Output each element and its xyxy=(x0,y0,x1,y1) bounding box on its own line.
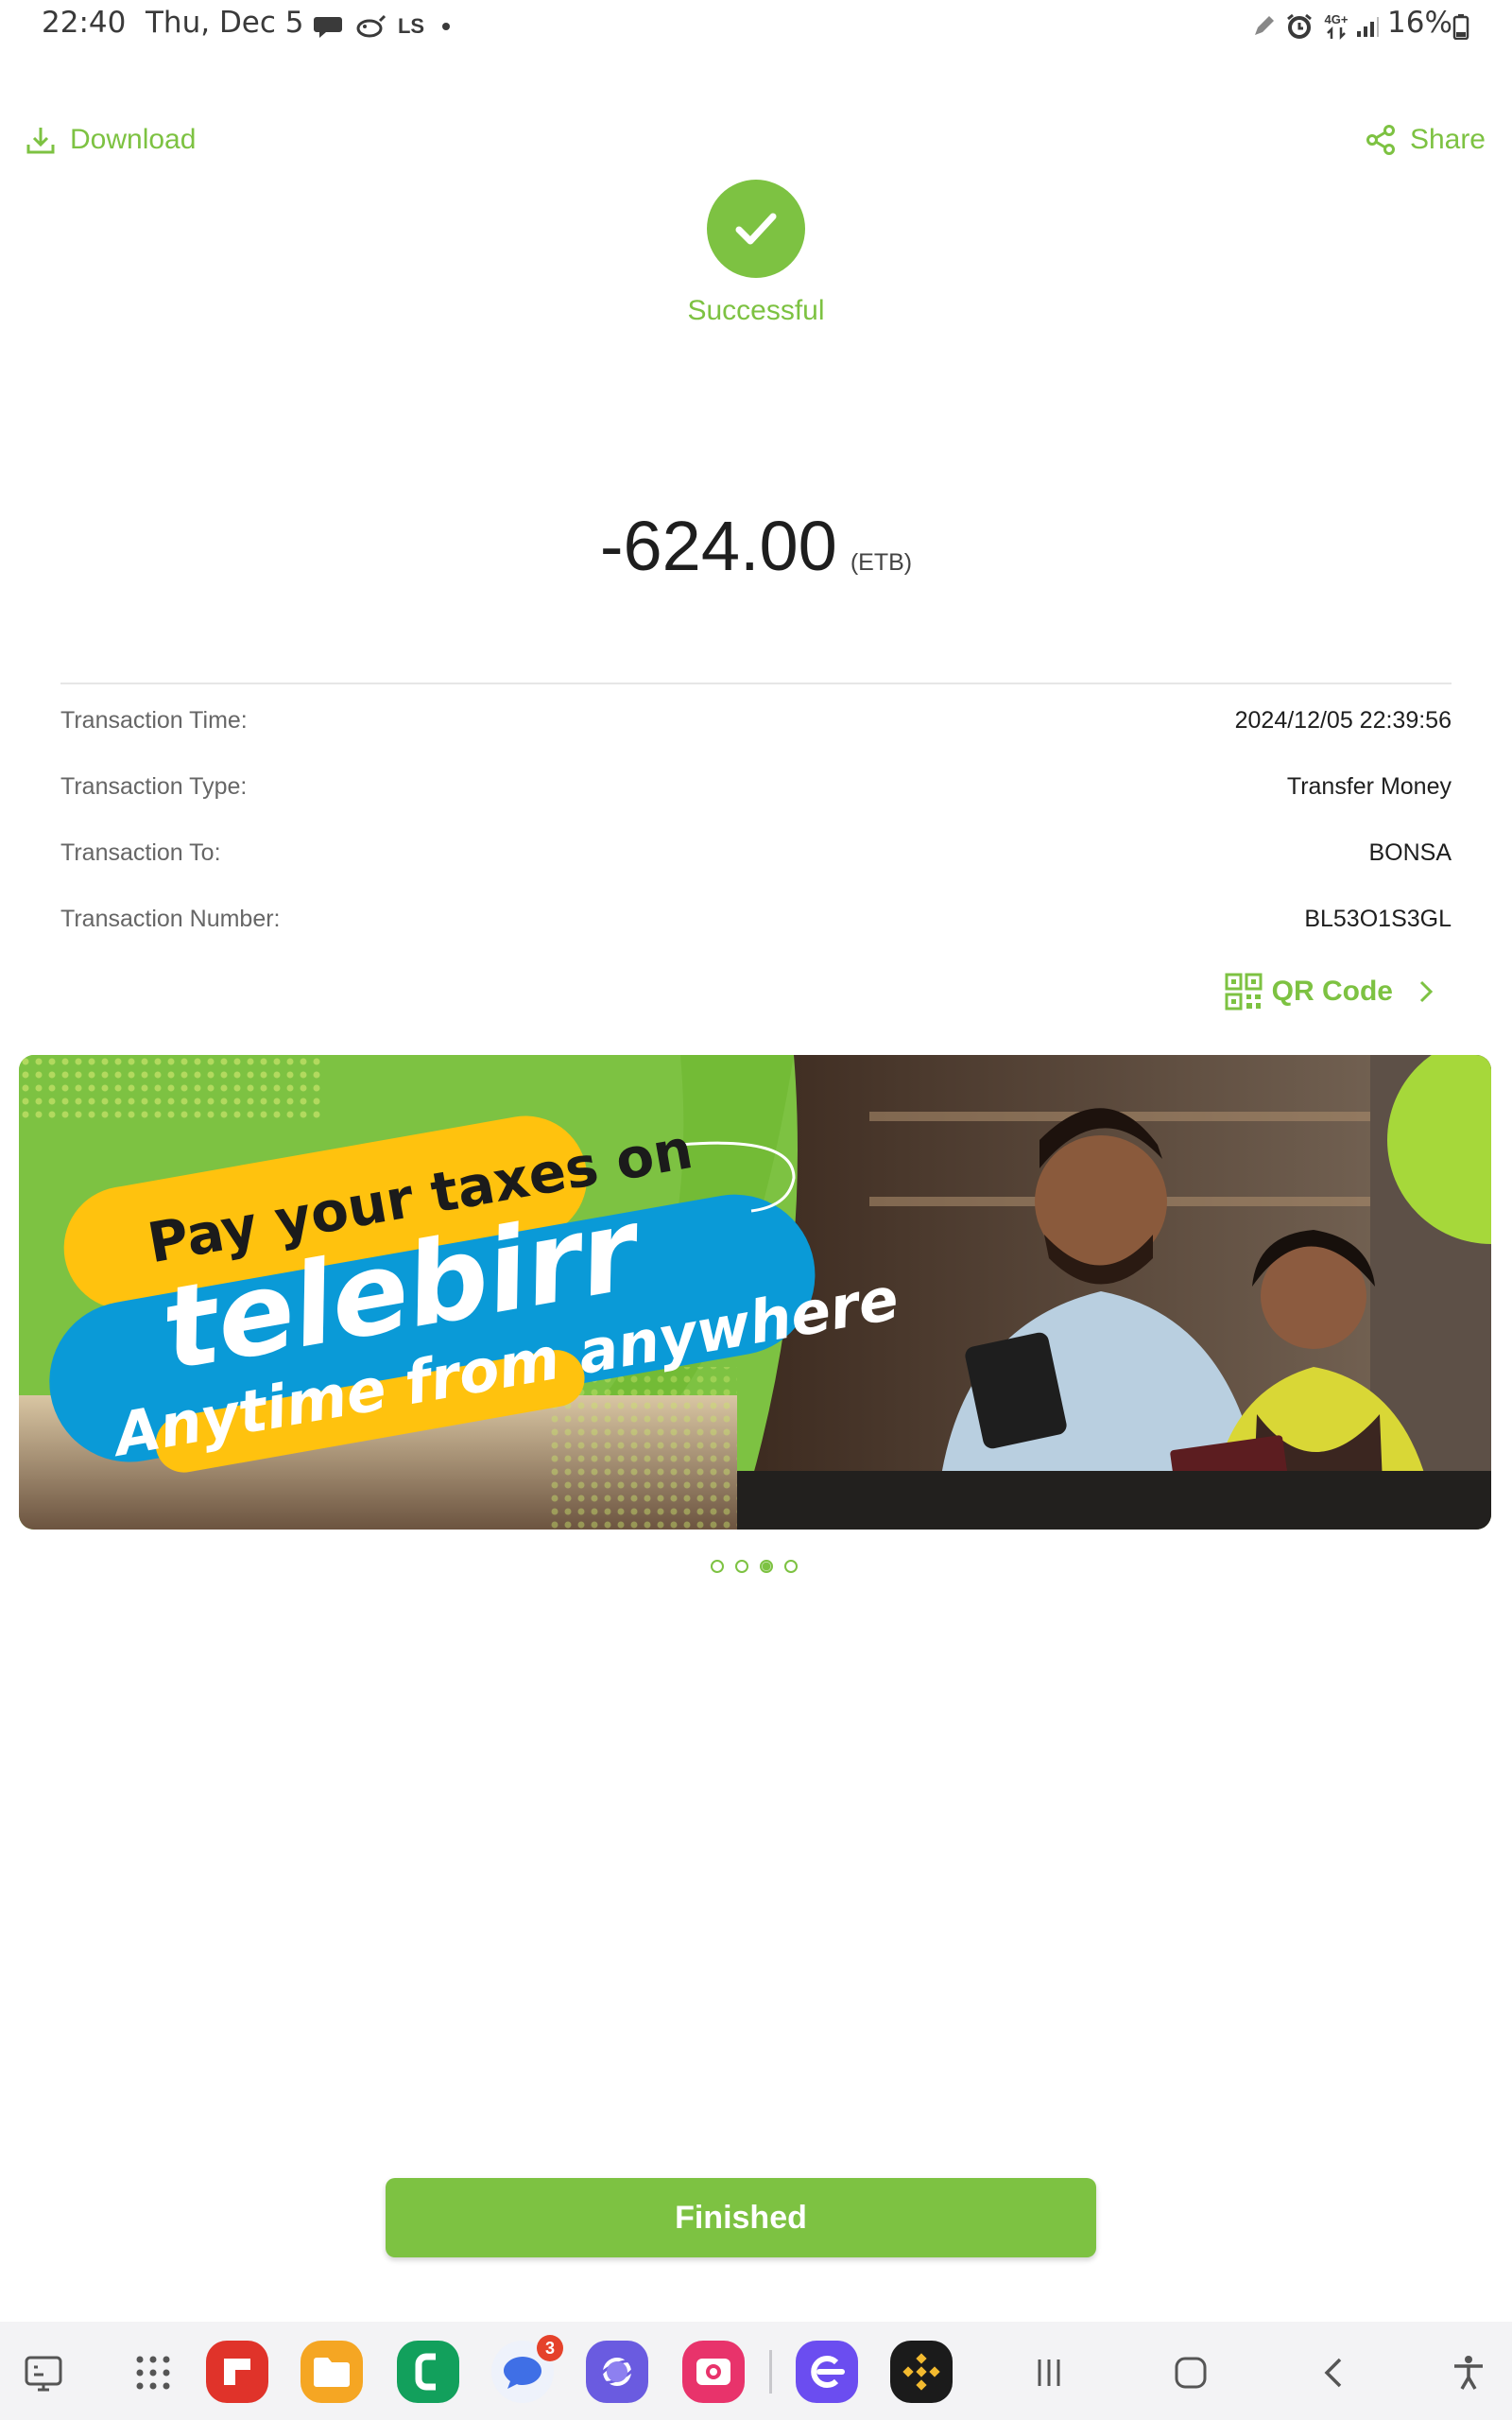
download-icon xyxy=(26,128,55,154)
amount-value: -624.00 xyxy=(599,507,837,585)
taskbar-toggle-icon[interactable] xyxy=(13,2342,74,2403)
status-time: 22:40 xyxy=(42,6,127,40)
ls-icon: LS xyxy=(397,14,425,38)
transaction-number-label: Transaction Number: xyxy=(60,906,281,932)
transaction-type-value: Transfer Money xyxy=(1286,773,1452,800)
network-type: 4G+ xyxy=(1324,12,1349,26)
success-badge xyxy=(707,180,805,278)
network-4g-icon: 4G+ xyxy=(1319,9,1353,43)
app-grid-icon[interactable] xyxy=(123,2342,183,2403)
carousel-dot[interactable] xyxy=(711,1560,724,1573)
qr-code-label: QR Code xyxy=(1271,976,1393,1007)
checkmark-icon xyxy=(735,213,777,245)
share-label: Share xyxy=(1409,124,1486,155)
pen-icon xyxy=(1249,9,1278,43)
binance-icon[interactable] xyxy=(890,2341,953,2403)
battery-icon xyxy=(1450,9,1472,43)
bird-icon xyxy=(352,9,387,43)
carousel-dot-active[interactable] xyxy=(760,1560,773,1573)
amount-currency: (ETB) xyxy=(850,549,913,576)
dock-divider xyxy=(769,2350,772,2394)
status-date: Thu, Dec 5 xyxy=(146,6,304,40)
download-button[interactable]: Download xyxy=(25,113,196,166)
recent-apps-icon[interactable] xyxy=(1019,2342,1079,2403)
transaction-to-label: Transaction To: xyxy=(60,839,221,866)
qr-code-link[interactable]: QR Code xyxy=(1225,968,1440,1015)
dot-icon xyxy=(437,9,455,43)
share-icon xyxy=(1366,125,1395,155)
back-icon[interactable] xyxy=(1304,2342,1365,2403)
alarm-icon xyxy=(1283,9,1315,43)
promo-banner-art: Pay your taxes on telebirr Anytime from … xyxy=(19,1055,1491,1530)
finished-button[interactable]: Finished xyxy=(386,2178,1096,2257)
transaction-time-value: 2024/12/05 22:39:56 xyxy=(1234,707,1452,734)
internet-icon[interactable] xyxy=(586,2341,648,2403)
carousel-dot[interactable] xyxy=(784,1560,798,1573)
flipboard-icon[interactable] xyxy=(206,2341,268,2403)
transaction-number-value: BL53O1S3GL xyxy=(1304,906,1452,932)
screen-recorder-icon[interactable] xyxy=(682,2341,745,2403)
my-files-icon[interactable] xyxy=(301,2341,363,2403)
messages-badge: 3 xyxy=(537,2335,563,2361)
share-button[interactable]: Share xyxy=(1365,113,1486,166)
battery-percent: 16% xyxy=(1387,6,1452,40)
chat-bubble-icon xyxy=(312,9,344,43)
carousel-dot[interactable] xyxy=(735,1560,748,1573)
transaction-time-label: Transaction Time: xyxy=(60,707,248,734)
phone-icon[interactable] xyxy=(397,2341,459,2403)
chevron-right-icon xyxy=(1419,980,1434,1003)
qr-code-icon xyxy=(1225,973,1263,1011)
accessibility-icon[interactable] xyxy=(1438,2342,1499,2403)
home-icon[interactable] xyxy=(1160,2342,1221,2403)
status-bar: 22:40 Thu, Dec 5 LS 4G+ 16% xyxy=(0,0,1512,53)
promo-banner[interactable]: Pay your taxes on telebirr Anytime from … xyxy=(19,1055,1491,1530)
status-label: Successful xyxy=(687,295,825,326)
samsung-browser-icon[interactable] xyxy=(796,2341,858,2403)
download-label: Download xyxy=(70,124,197,155)
transaction-type-label: Transaction Type: xyxy=(60,773,248,800)
transaction-to-value: BONSA xyxy=(1368,839,1452,866)
divider xyxy=(60,683,1452,684)
amount-display: -624.00 (ETB) xyxy=(0,506,1512,586)
signal-icon xyxy=(1353,9,1382,43)
